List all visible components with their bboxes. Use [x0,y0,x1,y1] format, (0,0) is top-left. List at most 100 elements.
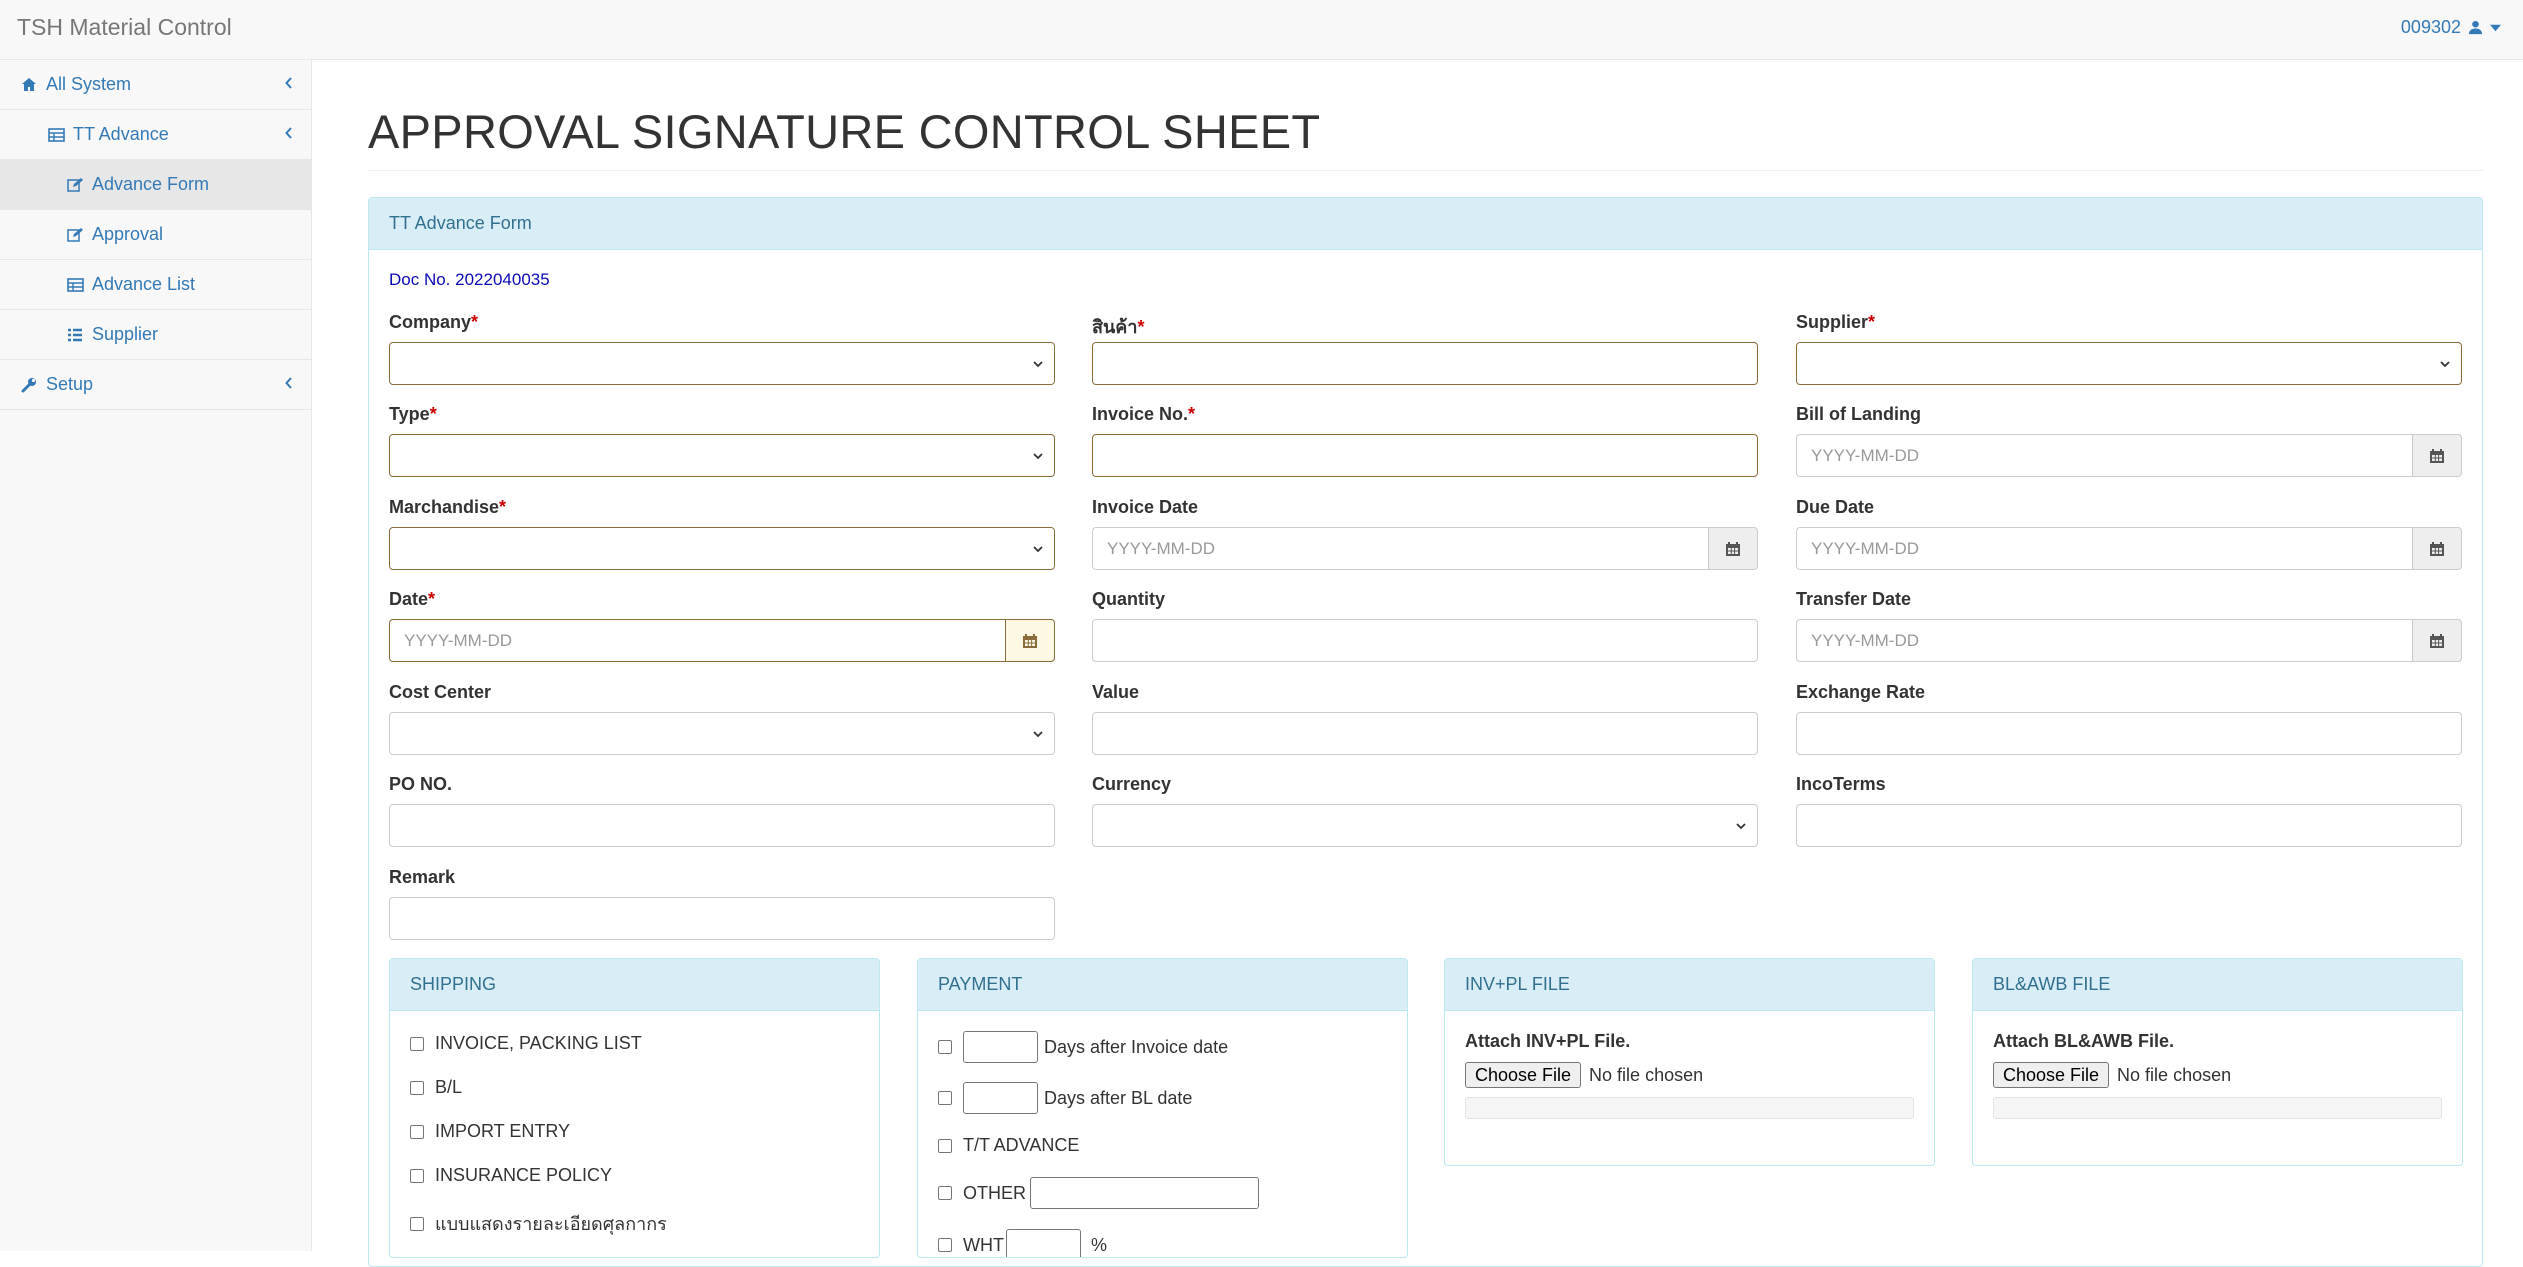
marchandise-label: Marchandise* [389,497,507,517]
checkbox[interactable] [938,1238,952,1252]
wht-input[interactable] [1005,1229,1081,1257]
bl-awb-file-panel: BL&AWB FILE Attach BL&AWB File. Choose F… [1972,958,2463,1166]
edit-icon [66,226,84,244]
invoice-no-input[interactable] [1092,434,1758,477]
list-icon [66,326,84,344]
caret-down-icon [2490,24,2501,31]
shipping-item: INVOICE, PACKING LIST [410,1033,642,1054]
checkbox[interactable] [938,1040,952,1054]
invoice-no-label: Invoice No.* [1092,404,1196,424]
payment-tt-advance-row: T/T ADVANCE [938,1135,1079,1156]
bl-awb-heading: BL&AWB FILE [1973,959,2462,1011]
calendar-icon[interactable] [1005,619,1055,662]
sidebar-item-supplier[interactable]: Supplier [0,310,311,360]
calendar-icon[interactable] [2412,619,2462,662]
due-date-input[interactable] [1796,527,2413,570]
currency-label: Currency [1092,774,1172,794]
checkbox[interactable] [410,1216,424,1231]
shipping-item: B/L [410,1077,462,1098]
sidebar: All System TT Advance Advance Form Appro… [0,60,312,1251]
value-input[interactable] [1092,712,1758,755]
shipping-item: IMPORT ENTRY [410,1121,570,1142]
company-select[interactable] [389,342,1055,385]
sidebar-item-setup[interactable]: Setup [0,360,311,410]
panel-heading: TT Advance Form [369,198,2482,250]
user-menu[interactable]: 009302 [2401,17,2501,38]
quantity-input[interactable] [1092,619,1758,662]
chevron-down-icon [1033,453,1043,460]
page-title: APPROVAL SIGNATURE CONTROL SHEET [368,105,1321,158]
due-date-label: Due Date [1796,497,1875,517]
days-bl-input[interactable] [963,1082,1038,1114]
type-select[interactable] [389,434,1055,477]
sidebar-item-approval[interactable]: Approval [0,210,311,260]
choose-file-button[interactable]: Choose File [1993,1062,2110,1088]
cost-center-select[interactable] [389,712,1055,755]
file-status: No file chosen [1589,1064,1704,1085]
payment-heading: PAYMENT [918,959,1407,1011]
po-no-input[interactable] [389,804,1055,847]
payment-panel: PAYMENT Days after Invoice date Days aft… [917,958,1408,1258]
exchange-rate-input[interactable] [1796,712,2462,755]
checkbox[interactable] [938,1091,952,1105]
invoice-date-input[interactable] [1092,527,1709,570]
other-input[interactable] [1030,1177,1259,1209]
chevron-left-icon [285,77,292,89]
payment-days-bl-row: Days after BL date [938,1082,1192,1114]
checkbox[interactable] [938,1186,952,1200]
calendar-icon[interactable] [2412,527,2462,570]
shipping-item: แบบแสดงรายละเอียดศุลกากร [410,1209,667,1238]
product-input[interactable] [1092,342,1758,385]
invoice-date [1092,527,1758,570]
checkbox[interactable] [410,1080,424,1095]
remark-input[interactable] [389,897,1055,940]
cost-center-label: Cost Center [389,682,492,702]
sidebar-item-advance-list[interactable]: Advance List [0,260,311,310]
checkbox[interactable] [410,1168,424,1183]
sidebar-item-advance-form[interactable]: Advance Form [0,160,311,210]
calendar-icon[interactable] [2412,434,2462,477]
sidebar-item-all-system[interactable]: All System [0,60,311,110]
checkbox[interactable] [410,1036,424,1051]
chevron-down-icon [2440,361,2450,368]
date-label: Date* [389,589,436,609]
bill-of-landing-label: Bill of Landing [1796,404,1921,424]
chevron-down-icon [1033,361,1043,368]
payment-other-row: OTHER [938,1177,1265,1209]
date-field [389,619,1055,662]
date-input[interactable] [389,619,1006,662]
currency-select[interactable] [1092,804,1758,847]
checkbox[interactable] [410,1124,424,1139]
doc-number: Doc No. 2022040035 [389,270,550,289]
transfer-date [1796,619,2462,662]
sidebar-item-label: Setup [46,374,94,394]
user-id: 009302 [2400,17,2461,37]
payment-days-invoice-row: Days after Invoice date [938,1031,1228,1063]
bl-awb-file-input: Choose File No file chosen [1993,1062,2231,1088]
incoterms-input[interactable] [1796,804,2462,847]
checkbox[interactable] [938,1138,952,1153]
choose-file-button[interactable]: Choose File [1465,1062,1582,1088]
chevron-down-icon [1736,823,1746,830]
bill-of-landing-input[interactable] [1796,434,2413,477]
app-brand[interactable]: TSH Material Control [17,14,232,41]
inv-pl-file-input: Choose File No file chosen [1465,1062,1703,1088]
supplier-select[interactable] [1796,342,2462,385]
bl-awb-attach-label: Attach BL&AWB File. [1993,1031,2175,1051]
marchandise-select[interactable] [389,527,1055,570]
transfer-date-input[interactable] [1796,619,2413,662]
exchange-rate-label: Exchange Rate [1796,682,1926,702]
shipping-heading: SHIPPING [390,959,879,1011]
sidebar-item-label: Approval [92,224,164,244]
calendar-icon[interactable] [1708,527,1758,570]
sidebar-item-label: All System [46,74,132,94]
transfer-date-label: Transfer Date [1796,589,1912,609]
sidebar-item-tt-advance[interactable]: TT Advance [0,110,311,160]
invoice-date-label: Invoice Date [1092,497,1199,517]
type-label: Type* [389,404,437,424]
sidebar-item-label: Advance List [92,274,196,294]
days-invoice-input[interactable] [963,1031,1038,1063]
shipping-panel: SHIPPING INVOICE, PACKING LIST B/L IMPOR… [389,958,880,1258]
quantity-label: Quantity [1092,589,1166,609]
wrench-icon [20,376,38,394]
